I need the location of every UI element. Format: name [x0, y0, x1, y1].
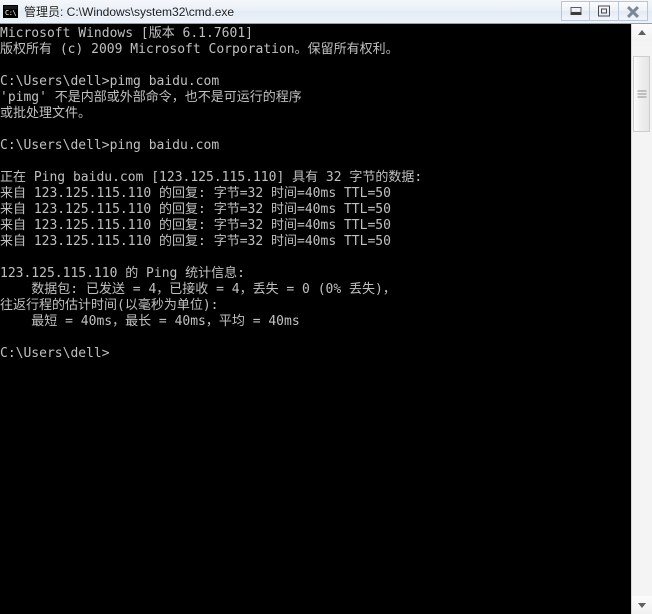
maximize-button[interactable] [590, 1, 619, 21]
minimize-icon [570, 7, 581, 15]
scroll-up-button[interactable] [632, 24, 652, 42]
scrollbar-thumb[interactable] [633, 56, 650, 132]
title-bar[interactable]: C:\ 管理员: C:\Windows\system32\cmd.exe [0, 0, 652, 24]
console-output-area[interactable]: Microsoft Windows [版本 6.1.7601] 版权所有 (c)… [0, 24, 631, 614]
vertical-scrollbar[interactable] [631, 24, 652, 614]
scroll-down-button[interactable] [632, 596, 652, 614]
maximize-icon [598, 5, 610, 17]
scroll-up-arrow-icon [638, 30, 646, 35]
window-controls [561, 1, 648, 21]
cmd-icon-prompt-text: C:\ [4, 8, 17, 17]
minimize-button[interactable] [561, 1, 590, 21]
close-icon [626, 5, 640, 17]
cmd-window: C:\ 管理员: C:\Windows\system32\cmd.exe Mic… [0, 0, 652, 614]
cmd-icon: C:\ [3, 4, 19, 20]
scroll-down-arrow-icon [638, 603, 646, 608]
console-text: Microsoft Windows [版本 6.1.7601] 版权所有 (c)… [0, 26, 423, 361]
close-button[interactable] [619, 1, 648, 21]
scrollbar-grip-icon [637, 90, 646, 98]
scrollbar-track[interactable] [632, 42, 652, 596]
window-title: 管理员: C:\Windows\system32\cmd.exe [24, 4, 235, 19]
